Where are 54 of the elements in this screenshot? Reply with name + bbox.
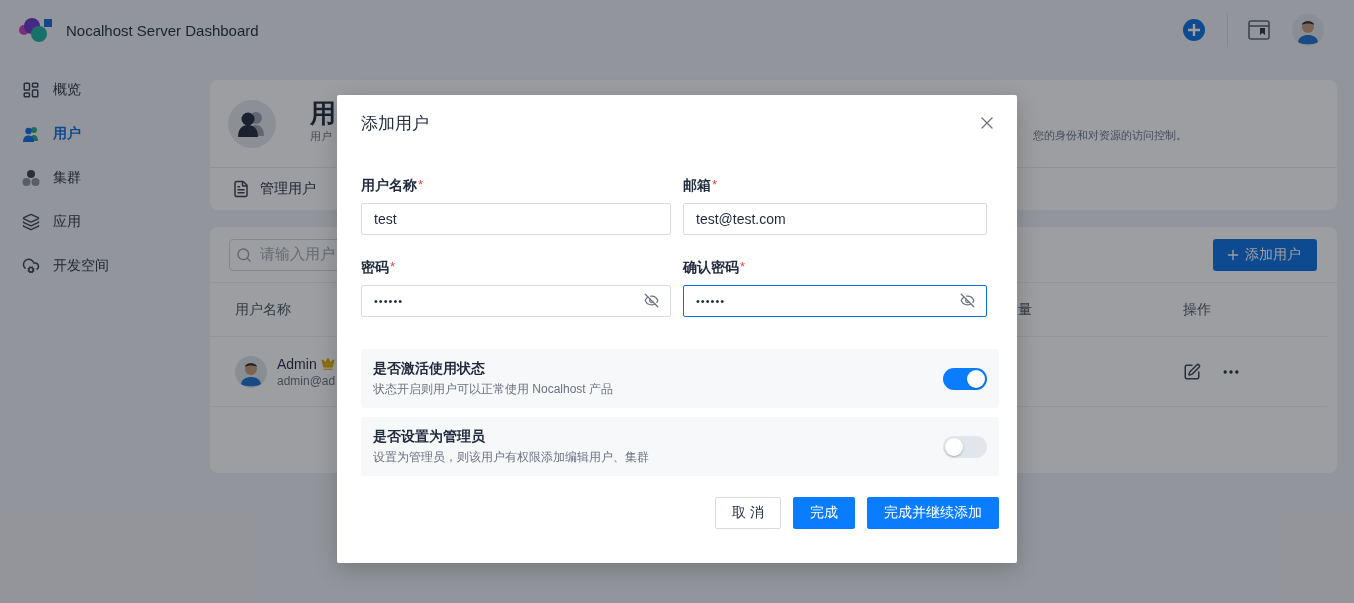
page-description: 您的身份和对资源的访问控制。 — [1033, 128, 1187, 143]
required-mark: * — [740, 259, 746, 274]
sidebar-item[interactable]: 用户 — [22, 122, 210, 146]
toggle-description: 状态开启则用户可以正常使用 Nocalhost 产品 — [373, 380, 614, 398]
column-header: 量 — [1018, 300, 1032, 319]
input-field[interactable]: test@test.com — [683, 203, 987, 235]
user-email: admin@ad — [277, 373, 336, 388]
required-mark: * — [418, 177, 424, 192]
required-mark: * — [712, 177, 718, 192]
required-mark: * — [390, 259, 396, 274]
add-user-button[interactable]: 添加用户 — [1213, 238, 1317, 271]
column-header: 用户名称 — [235, 300, 291, 319]
field-label: 密码 — [361, 259, 389, 277]
page-title: 用 — [310, 97, 336, 129]
field-label: 确认密码 — [683, 259, 739, 277]
input-field[interactable]: •••••• — [361, 285, 671, 317]
sidebar-item[interactable]: 应用 — [22, 210, 210, 234]
cancel-button[interactable]: 取 消 — [715, 497, 781, 529]
users-icon — [22, 125, 40, 143]
confirm-button[interactable]: 完成 — [793, 497, 855, 529]
toggle-switch[interactable] — [943, 367, 987, 390]
field-label: 邮箱 — [683, 177, 711, 195]
column-header: 操作 — [1183, 300, 1211, 319]
sidebar-item[interactable]: 概览 — [22, 78, 210, 102]
edit-icon[interactable] — [1183, 362, 1201, 381]
confirm-button[interactable]: 完成并继续添加 — [867, 497, 999, 529]
input-field[interactable]: test — [361, 203, 671, 235]
tab[interactable]: 管理用户 — [260, 180, 316, 198]
field-label: 用户名称 — [361, 177, 417, 195]
list-icon — [232, 180, 250, 198]
app-title: Nocalhost Server Dashboard — [66, 21, 259, 39]
search-icon — [236, 246, 252, 263]
toggle-title: 是否激活使用状态 — [373, 359, 486, 378]
sidebar-item[interactable]: 开发空间 — [22, 254, 210, 278]
page-subtitle: 用户 — [310, 129, 333, 144]
hidden-eye-icon[interactable] — [644, 293, 659, 308]
cluster-icon — [22, 169, 40, 187]
crown-icon — [320, 356, 335, 371]
users-icon — [228, 99, 276, 148]
cloud-icon — [22, 257, 40, 275]
add-icon[interactable] — [1183, 19, 1205, 41]
toggle-description: 设置为管理员，则该用户有权限添加编辑用户、集群 — [373, 448, 649, 466]
input-field[interactable]: •••••• — [683, 285, 987, 317]
user-name: Admin — [277, 355, 317, 372]
sidebar-item[interactable]: 集群 — [22, 166, 210, 190]
dashboard-icon — [22, 81, 40, 99]
layers-icon — [22, 213, 40, 231]
dialog-title: 添加用户 — [361, 112, 429, 135]
user-avatar — [1292, 14, 1324, 46]
hidden-eye-icon[interactable] — [960, 293, 975, 308]
toggle-title: 是否设置为管理员 — [373, 427, 486, 446]
window-icon[interactable] — [1248, 20, 1270, 40]
toggle-switch[interactable] — [943, 435, 987, 458]
user-avatar — [235, 355, 267, 388]
